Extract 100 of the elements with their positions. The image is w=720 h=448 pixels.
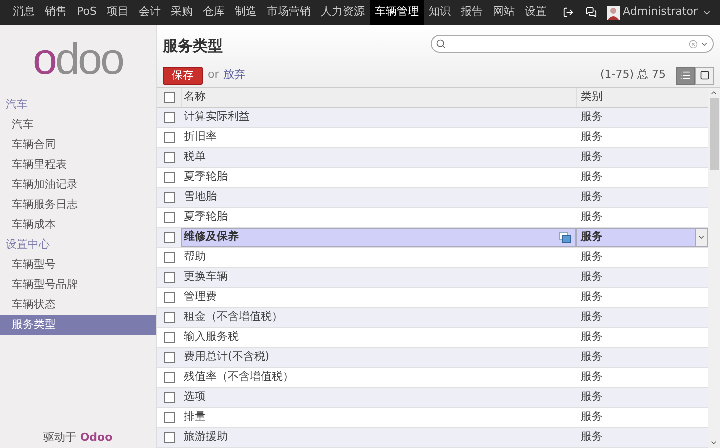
sidebar-item[interactable]: 车辆成本	[0, 215, 156, 235]
menu-item[interactable]: 设置	[520, 0, 552, 25]
page-title: 服务类型	[163, 36, 223, 57]
search-field[interactable]	[431, 35, 714, 54]
row-checkbox[interactable]	[164, 332, 174, 343]
table-cell-text: 服务	[580, 369, 604, 386]
table-cell-text: 折旧率	[183, 129, 218, 146]
menu-item[interactable]: 报告	[456, 0, 488, 25]
sidebar-item[interactable]: 车辆型号	[0, 255, 156, 275]
table-row[interactable]: 雪地胎 服务	[157, 188, 708, 208]
form-view-button[interactable]	[695, 66, 714, 84]
row-checkbox[interactable]	[164, 432, 174, 443]
row-checkbox[interactable]	[164, 292, 174, 303]
row-checkbox[interactable]	[164, 272, 174, 283]
row-checkbox[interactable]	[164, 372, 174, 383]
table-row[interactable]: 管理费 服务	[157, 288, 708, 308]
sidebar-item[interactable]: 车辆服务日志	[0, 195, 156, 215]
table-cell-text: 服务	[580, 209, 604, 226]
row-checkbox[interactable]	[164, 392, 174, 403]
table-row[interactable]: 夏季轮胎 服务	[157, 168, 708, 188]
row-checkbox[interactable]	[164, 172, 174, 183]
row-checkbox[interactable]	[164, 352, 174, 363]
row-checkbox[interactable]	[164, 92, 174, 103]
menu-item[interactable]: 市场营销	[262, 0, 316, 25]
scroll-down-icon[interactable]	[710, 439, 718, 447]
section-title: 汽车	[5, 96, 29, 113]
table-cell-text: 税单	[183, 149, 207, 166]
table-cell-text: 夏季轮胎	[183, 169, 229, 186]
row-checkbox[interactable]	[164, 192, 174, 203]
pager-text: (1-75) 总 75	[600, 67, 666, 84]
table-row[interactable]: 旅游援助 服务	[157, 428, 708, 448]
table-row[interactable]: 租金（不含增值税） 服务	[157, 308, 708, 328]
menu-item[interactable]: 会计	[134, 0, 166, 25]
table-cell-text: 服务	[580, 429, 604, 446]
row-checkbox[interactable]	[164, 412, 174, 423]
row-checkbox[interactable]	[164, 132, 174, 143]
chat-icon[interactable]	[586, 7, 597, 18]
caret-icon[interactable]	[697, 233, 706, 242]
sidebar-item[interactable]: 车辆型号品牌	[0, 275, 156, 295]
discard-link[interactable]: 放弃	[223, 67, 246, 84]
sidebar-item[interactable]: 汽车	[0, 115, 156, 135]
list-view-button[interactable]	[676, 66, 695, 84]
or-text: or	[208, 67, 220, 84]
table-cell-text: 输入服务税	[183, 329, 240, 346]
external-link-icon[interactable]	[559, 232, 571, 243]
menu-item[interactable]: 采购	[166, 0, 198, 25]
logo: odoo	[33, 38, 123, 82]
menu-item[interactable]: 项目	[102, 0, 134, 25]
table-cell-text: 更换车辆	[183, 269, 229, 286]
category-select[interactable]: 服务	[576, 228, 708, 247]
table-row[interactable]: 输入服务税 服务	[157, 328, 708, 348]
table-row[interactable]: 折旧率 服务	[157, 128, 708, 148]
sidebar-item[interactable]: 服务类型	[0, 315, 156, 335]
menu-item[interactable]: PoS	[72, 0, 102, 25]
user-name[interactable]: Administrator	[623, 4, 698, 21]
column-header[interactable]: 名称	[181, 88, 576, 107]
row-checkbox[interactable]	[164, 312, 174, 323]
table-cell-text: 管理费	[183, 289, 218, 306]
sidebar-item[interactable]: 车辆里程表	[0, 155, 156, 175]
table-row[interactable]: 残值率（不含增值税） 服务	[157, 368, 708, 388]
table-cell-text: 服务	[580, 389, 604, 406]
table-row[interactable]: 帮助 服务	[157, 248, 708, 268]
table-cell-text: 雪地胎	[183, 189, 218, 206]
row-checkbox[interactable]	[164, 212, 174, 223]
menu-item[interactable]: 网站	[488, 0, 520, 25]
menu-item[interactable]: 人力资源	[316, 0, 370, 25]
save-button[interactable]: 保存	[163, 66, 203, 84]
menu-item[interactable]: 仓库	[198, 0, 230, 25]
table-cell-text: 租金（不含增值税）	[183, 309, 284, 326]
table-row[interactable]: 夏季轮胎 服务	[157, 208, 708, 228]
table-cell-text: 服务	[580, 329, 604, 346]
menu-item[interactable]: 制造	[230, 0, 262, 25]
clear-icon[interactable]	[689, 40, 698, 49]
table-row[interactable]: 选项 服务	[157, 388, 708, 408]
logout-icon[interactable]	[563, 7, 574, 18]
scroll-up-icon[interactable]	[710, 89, 718, 97]
menu-item[interactable]: 销售	[40, 0, 72, 25]
table-cell-text: 帮助	[183, 249, 207, 266]
odoo-link[interactable]: Odoo	[80, 430, 113, 446]
form-icon	[700, 70, 710, 81]
menu-item[interactable]: 车辆管理	[370, 0, 424, 25]
row-checkbox[interactable]	[164, 112, 174, 123]
table-row[interactable]: 费用总计(不含税) 服务	[157, 348, 708, 368]
row-checkbox[interactable]	[164, 252, 174, 263]
table-row[interactable]: 更换车辆 服务	[157, 268, 708, 288]
scrollbar[interactable]	[708, 88, 720, 448]
row-checkbox[interactable]	[164, 152, 174, 163]
scroll-thumb[interactable]	[710, 98, 718, 170]
name-input[interactable]: 维修及保养	[181, 228, 576, 247]
section-title: 设置中心	[5, 236, 51, 253]
table-row[interactable]: 税单 服务	[157, 148, 708, 168]
menu-item[interactable]: 知识	[424, 0, 456, 25]
table-cell-text: 服务	[580, 409, 604, 426]
table-row[interactable]: 计算实际利益 服务	[157, 108, 708, 128]
sidebar-item[interactable]: 车辆状态	[0, 295, 156, 315]
table-row[interactable]: 排量 服务	[157, 408, 708, 428]
sidebar-item[interactable]: 车辆加油记录	[0, 175, 156, 195]
sidebar-item[interactable]: 车辆合同	[0, 135, 156, 155]
menu-item[interactable]: 消息	[8, 0, 40, 25]
row-checkbox[interactable]	[164, 232, 174, 243]
